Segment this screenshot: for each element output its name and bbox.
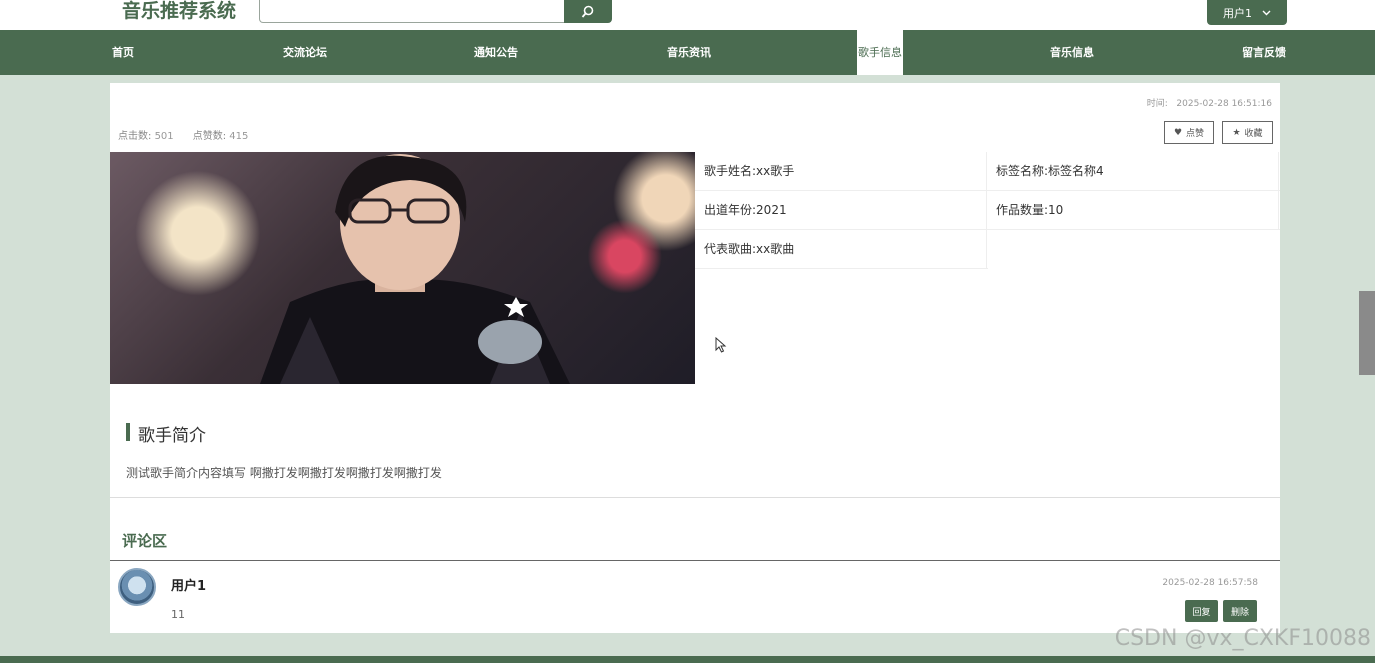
singer-photo-illustration: [260, 154, 570, 384]
publish-time-value: 2025-02-28 16:51:16: [1176, 99, 1272, 109]
singer-info-table: 歌手姓名:xx歌手 标签名称:标签名称4 出道年份:2021 作品数量:10 代…: [695, 152, 1280, 269]
delete-button[interactable]: 删除: [1223, 600, 1257, 622]
comment-content: 11: [171, 608, 185, 621]
footer-bar: [0, 656, 1375, 663]
clicks-value: 501: [154, 131, 174, 142]
main-nav: 首页 交流论坛 通知公告 音乐资讯 歌手信息 音乐信息 留言反馈: [0, 30, 1375, 75]
top-bar: 音乐推荐系统 用户1: [0, 0, 1375, 30]
avatar: [118, 568, 156, 606]
site-logo: 音乐推荐系统: [122, 0, 237, 22]
likes-label: 点赞数:: [192, 131, 227, 142]
nav-item-forum[interactable]: 交流论坛: [283, 30, 327, 75]
divider: [110, 560, 1280, 561]
representative-song: 代表歌曲:xx歌曲: [695, 230, 987, 268]
search-input[interactable]: [259, 0, 565, 23]
nav-item-home[interactable]: 首页: [112, 30, 134, 75]
reply-button[interactable]: 回复: [1185, 600, 1218, 622]
publish-time-label: 时间:: [1146, 99, 1168, 109]
intro-title: 歌手简介: [138, 426, 206, 446]
nav-item-feedback[interactable]: 留言反馈: [1242, 30, 1286, 75]
search-icon: [581, 5, 594, 18]
info-row: 出道年份:2021 作品数量:10: [695, 191, 1280, 230]
divider: [110, 497, 1280, 498]
user-menu-button[interactable]: 用户1: [1207, 0, 1287, 25]
nav-item-notice[interactable]: 通知公告: [474, 30, 518, 75]
scrollbar[interactable]: [1359, 291, 1375, 375]
like-button-label: 点赞: [1186, 129, 1205, 139]
like-button[interactable]: ♥ 点赞: [1164, 121, 1214, 144]
singer-name: 歌手姓名:xx歌手: [695, 152, 987, 190]
nav-item-music-news[interactable]: 音乐资讯: [667, 30, 711, 75]
publish-time: 时间: 2025-02-28 16:51:16: [1147, 96, 1272, 109]
tag-name: 标签名称:标签名称4: [987, 152, 1279, 190]
info-row: 代表歌曲:xx歌曲: [695, 230, 988, 269]
favorite-button-label: 收藏: [1244, 129, 1263, 139]
stats: 点击数: 501 点赞数: 415: [118, 127, 248, 142]
user-menu-label: 用户1: [1223, 6, 1252, 20]
likes-value: 415: [229, 131, 249, 142]
nav-item-singer-info[interactable]: 歌手信息: [857, 30, 903, 75]
nav-item-music-info[interactable]: 音乐信息: [1050, 30, 1094, 75]
star-icon: ★: [1232, 127, 1241, 138]
debut-year: 出道年份:2021: [695, 191, 987, 229]
watermark: CSDN @vx_CXKF10088: [1114, 626, 1371, 651]
comment-user: 用户1: [171, 579, 207, 594]
favorite-button[interactable]: ★ 收藏: [1222, 121, 1273, 144]
chevron-down-icon: [1262, 10, 1271, 15]
comment-time: 2025-02-28 16:57:58: [1162, 578, 1258, 588]
detail-panel: 时间: 2025-02-28 16:51:16 点击数: 501 点赞数: 41…: [110, 83, 1280, 633]
clicks-label: 点击数:: [118, 131, 152, 142]
intro-text: 测试歌手简介内容填写 啊撒打发啊撒打发啊撒打发啊撒打发: [126, 466, 442, 480]
info-row: 歌手姓名:xx歌手 标签名称:标签名称4: [695, 152, 1280, 191]
works-count: 作品数量:10: [987, 191, 1279, 229]
comment-section-title: 评论区: [122, 532, 168, 550]
search-button[interactable]: [564, 0, 612, 23]
section-marker: [126, 423, 130, 441]
singer-photo: [110, 152, 695, 384]
heart-icon: ♥: [1173, 127, 1183, 138]
mouse-cursor-icon: [715, 337, 727, 353]
